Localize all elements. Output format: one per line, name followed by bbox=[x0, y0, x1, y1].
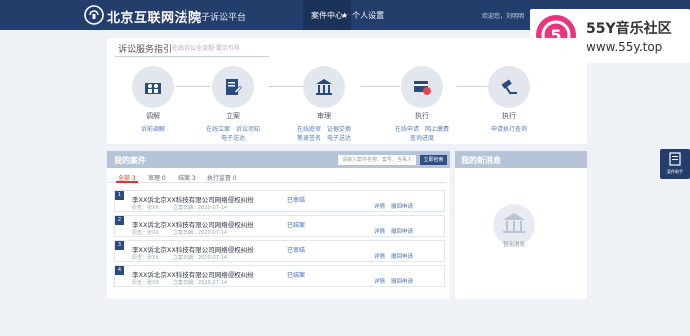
step-links: 申请执行查询 bbox=[474, 125, 544, 134]
case-name[interactable]: 李XX诉北京XX科技有限公司网络侵权纠纷 bbox=[132, 194, 254, 204]
payment-card-icon bbox=[414, 81, 431, 95]
case-withdraw-link[interactable]: 撤回申请 bbox=[391, 252, 413, 260]
notices-title: 我的新消息 bbox=[461, 156, 501, 165]
step-link[interactable]: 在线立案 bbox=[206, 126, 230, 133]
case-party: 原告：张XX bbox=[132, 280, 159, 286]
active-filter-indicator bbox=[116, 181, 138, 183]
step-link[interactable]: 诉前调解 bbox=[141, 126, 165, 133]
gavel-icon bbox=[501, 79, 517, 95]
step-link[interactable]: 查询进度 bbox=[410, 135, 434, 142]
title-divider bbox=[185, 9, 186, 22]
filter-divider bbox=[108, 182, 446, 183]
step-mediation[interactable]: 调解 诉前调解 bbox=[118, 66, 188, 134]
court-logo-icon bbox=[84, 5, 104, 25]
search-button[interactable]: 立即检索 bbox=[420, 155, 447, 165]
tab-personal-settings[interactable]: ★ 个人设置 bbox=[333, 0, 392, 30]
step-links: 在线申请 网上缴费 查询进度 bbox=[387, 125, 457, 143]
case-detail-link[interactable]: 详情 bbox=[374, 277, 385, 285]
service-guide-hint: 在线诉讼全流程·提示引导 bbox=[172, 45, 240, 52]
case-date: 立案日期：2020-07-14 bbox=[173, 280, 228, 286]
floating-button-label: 案件助手 bbox=[667, 169, 683, 174]
step-circle bbox=[488, 66, 530, 108]
title-underline bbox=[115, 56, 269, 57]
case-index: 1 bbox=[115, 191, 124, 200]
step-link[interactable]: 在线庭审 bbox=[297, 126, 321, 133]
site-subtitle: 电子诉讼平台 bbox=[192, 13, 247, 23]
case-status: 已审结 bbox=[287, 247, 306, 254]
case-search-input[interactable]: 请输入案件名称、案号、当事人 bbox=[338, 155, 416, 165]
case-name[interactable]: 李XX诉北京XX科技有限公司网络侵权纠纷 bbox=[132, 219, 254, 229]
document-edit-icon bbox=[226, 79, 242, 95]
step-link[interactable]: 网上缴费 bbox=[425, 126, 449, 133]
case-date: 立案日期：2020-07-14 bbox=[173, 205, 228, 211]
case-date: 立案日期：2020-07-14 bbox=[173, 230, 228, 236]
step-link[interactable]: 诉讼须知 bbox=[236, 126, 260, 133]
case-row[interactable]: 4 李XX诉北京XX科技有限公司网络侵权纠纷 原告：张XX 立案日期：2020-… bbox=[114, 265, 445, 287]
case-status: 已结案 bbox=[287, 272, 306, 279]
step-circle bbox=[212, 66, 254, 108]
people-icon bbox=[145, 83, 161, 94]
step-label: 立案 bbox=[226, 112, 240, 120]
case-party: 原告：张XX bbox=[132, 230, 159, 236]
case-detail-link[interactable]: 详情 bbox=[374, 227, 385, 235]
empty-state-text: 暂无消息 bbox=[502, 242, 525, 248]
step-label: 执行 bbox=[502, 112, 516, 120]
case-row[interactable]: 2 李XX诉北京XX科技有限公司网络侵权纠纷 原告：张XX 立案日期：2020-… bbox=[114, 215, 445, 237]
welcome-text: 欢迎您，刘明明 bbox=[482, 13, 525, 20]
case-index: 2 bbox=[115, 216, 124, 225]
watermark-url: www.55y.top bbox=[586, 40, 663, 54]
step-links: 诉前调解 bbox=[118, 125, 188, 134]
service-guide-title: 诉讼服务指引 bbox=[118, 45, 173, 55]
case-name[interactable]: 李XX诉北京XX科技有限公司网络侵权纠纷 bbox=[132, 269, 254, 279]
step-filing[interactable]: 立案 在线立案 诉讼须知 电子送达 bbox=[198, 66, 268, 143]
case-party: 原告：张XX bbox=[132, 255, 159, 261]
clipboard-icon bbox=[669, 152, 681, 166]
star-icon: ★ bbox=[341, 10, 349, 20]
step-link[interactable]: 电子送达 bbox=[327, 135, 351, 142]
step-link[interactable]: 笔录签名 bbox=[297, 135, 321, 142]
step-label: 调解 bbox=[146, 112, 160, 120]
my-cases-title: 我的案件 bbox=[114, 156, 146, 165]
case-detail-link[interactable]: 详情 bbox=[374, 252, 385, 260]
step-execution[interactable]: 执行 申请执行查询 bbox=[474, 66, 544, 134]
courthouse-icon bbox=[316, 79, 332, 95]
step-circle bbox=[303, 66, 345, 108]
step-link[interactable]: 在线申请 bbox=[395, 126, 419, 133]
filter-tab-supervision[interactable]: 执行监督 0 bbox=[207, 173, 237, 182]
case-detail-link[interactable]: 详情 bbox=[374, 202, 385, 210]
step-link[interactable]: 申请执行查询 bbox=[491, 126, 527, 133]
case-status: 已审结 bbox=[287, 197, 306, 204]
case-status: 已结案 bbox=[287, 222, 306, 229]
case-party: 原告：张XX bbox=[132, 205, 159, 211]
step-link[interactable]: 电子送达 bbox=[221, 135, 245, 142]
case-withdraw-link[interactable]: 撤回申请 bbox=[391, 277, 413, 285]
step-enforcement[interactable]: 执行 在线申请 网上缴费 查询进度 bbox=[387, 66, 457, 143]
case-withdraw-link[interactable]: 撤回申请 bbox=[391, 202, 413, 210]
step-circle bbox=[132, 66, 174, 108]
filter-tab-closed[interactable]: 结案 3 bbox=[178, 173, 196, 182]
case-index: 4 bbox=[115, 266, 124, 275]
filter-tab-trial[interactable]: 审理 0 bbox=[148, 173, 166, 182]
step-link[interactable]: 证据交换 bbox=[327, 126, 351, 133]
floating-assistant-button[interactable]: 案件助手 bbox=[660, 149, 690, 179]
watermark-title: 55Y音乐社区 bbox=[586, 21, 672, 37]
case-withdraw-link[interactable]: 撤回申请 bbox=[391, 227, 413, 235]
step-circle bbox=[401, 66, 443, 108]
case-row[interactable]: 3 李XX诉北京XX科技有限公司网络侵权纠纷 原告：张XX 立案日期：2020-… bbox=[114, 240, 445, 262]
case-index: 3 bbox=[115, 241, 124, 250]
step-trial[interactable]: 审理 在线庭审 证据交换 笔录签名 电子送达 bbox=[289, 66, 359, 143]
step-label: 审理 bbox=[317, 112, 331, 120]
nav-tab-label: 个人设置 bbox=[352, 10, 385, 20]
site-title: 北京互联网法院 bbox=[107, 11, 202, 26]
step-links: 在线庭审 证据交换 笔录签名 电子送达 bbox=[289, 125, 359, 143]
case-date: 立案日期：2020-07-14 bbox=[173, 255, 228, 261]
step-label: 执行 bbox=[415, 112, 429, 120]
step-links: 在线立案 诉讼须知 电子送达 bbox=[198, 125, 268, 143]
case-row[interactable]: 1 李XX诉北京XX科技有限公司网络侵权纠纷 原告：张XX 立案日期：2020-… bbox=[114, 190, 445, 212]
case-name[interactable]: 李XX诉北京XX科技有限公司网络侵权纠纷 bbox=[132, 244, 254, 254]
